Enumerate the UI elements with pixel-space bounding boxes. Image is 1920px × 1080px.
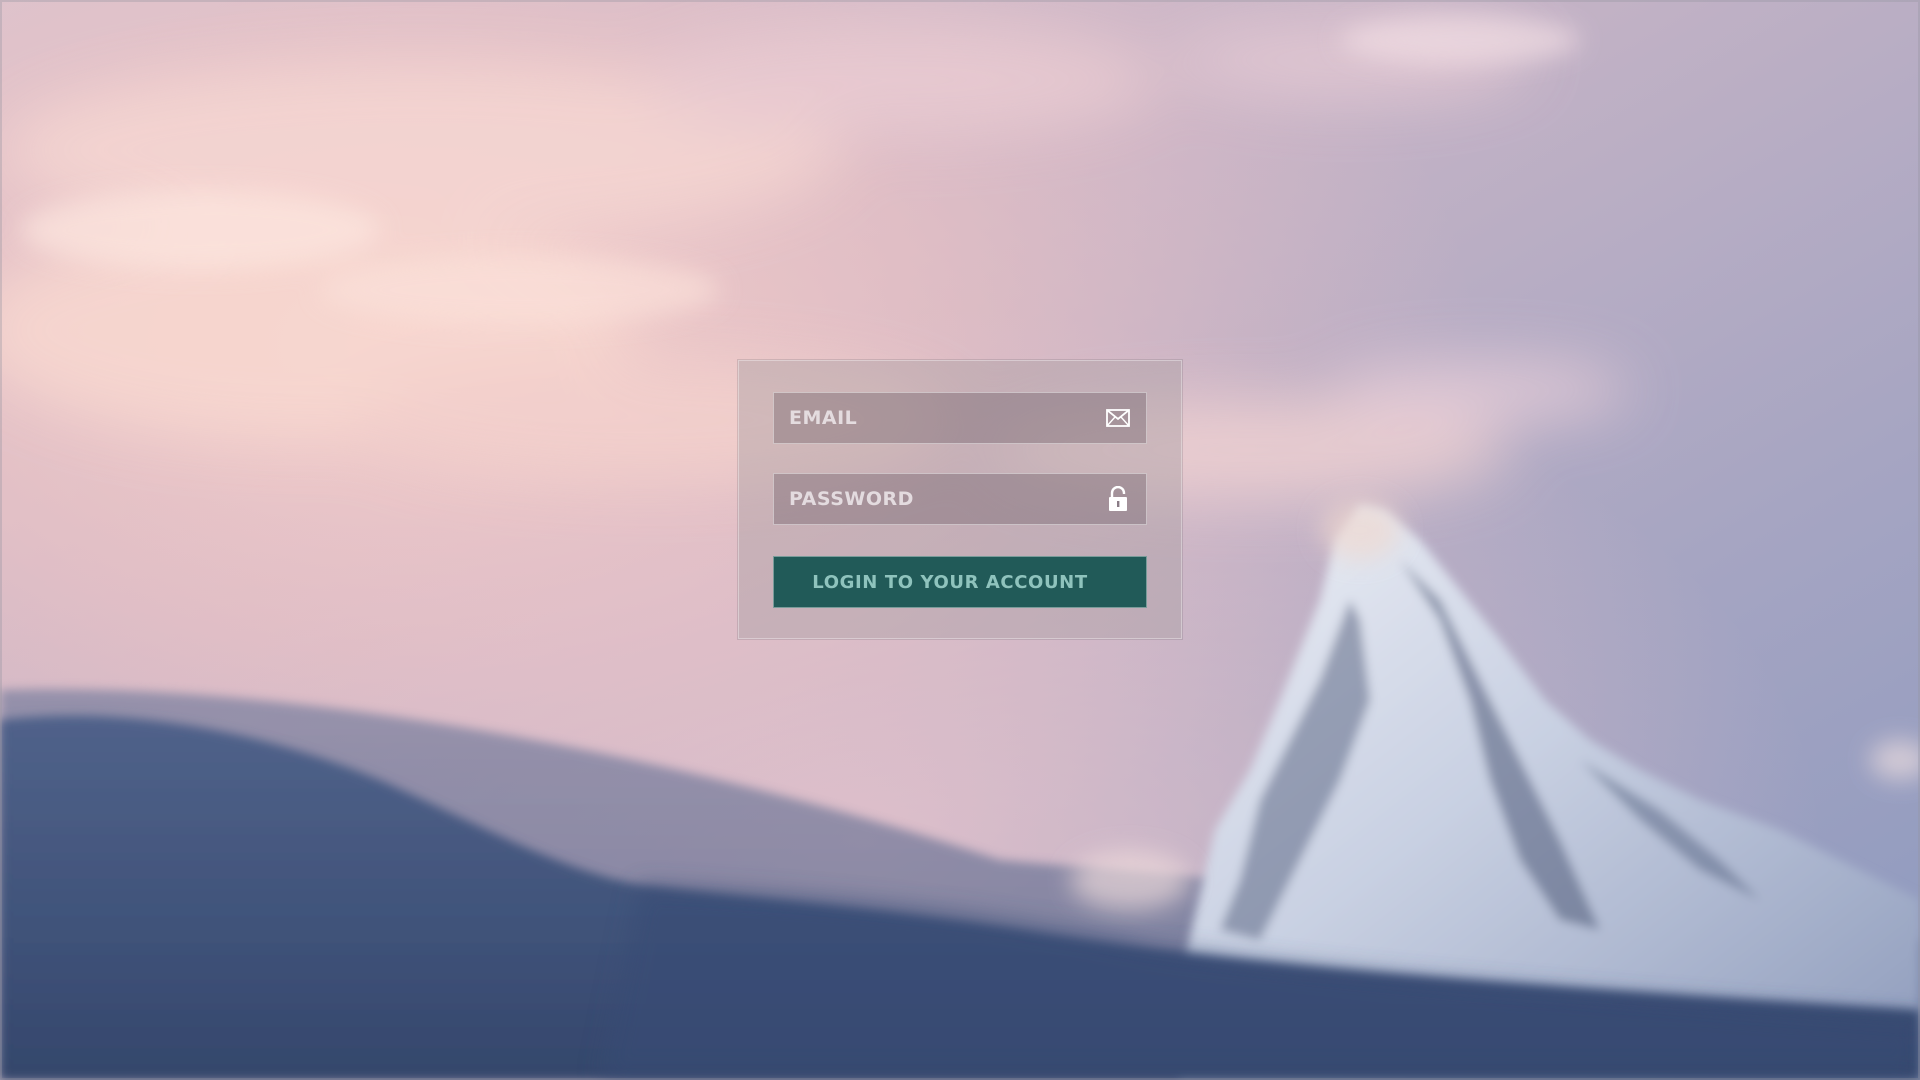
- login-button-label: LOGIN TO YOUR ACCOUNT: [812, 571, 1088, 593]
- lock-icon: [1104, 485, 1132, 513]
- password-input[interactable]: [774, 474, 1104, 524]
- email-field-wrapper: [773, 392, 1147, 444]
- password-field-wrapper: [773, 473, 1147, 525]
- envelope-icon: [1104, 404, 1132, 432]
- login-panel: LOGIN TO YOUR ACCOUNT: [738, 360, 1182, 639]
- email-input[interactable]: [774, 393, 1104, 443]
- login-button[interactable]: LOGIN TO YOUR ACCOUNT: [773, 556, 1147, 608]
